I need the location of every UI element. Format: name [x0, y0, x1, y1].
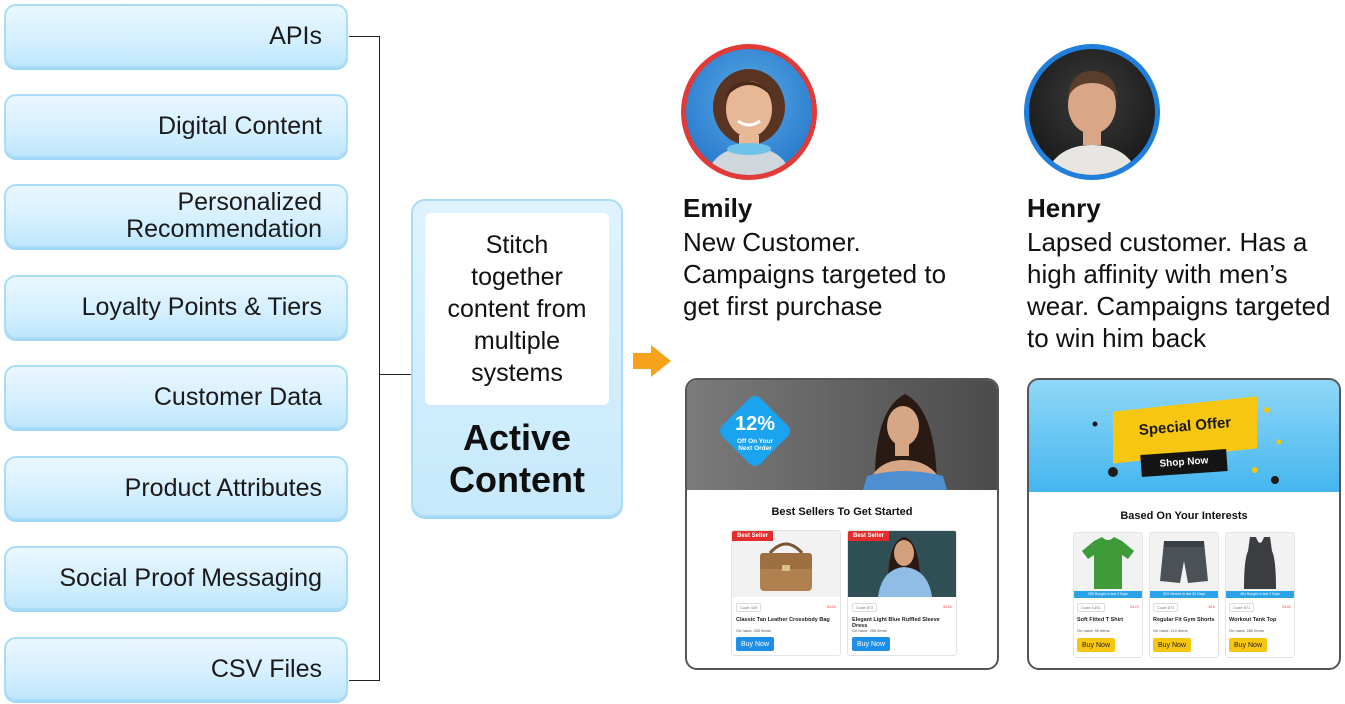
section-title: Based On Your Interests: [1120, 510, 1248, 522]
hub-description-box: Stitch together content from multiple sy…: [425, 213, 609, 405]
shorts-icon: [1160, 541, 1208, 583]
social-proof-strip: 285 Bought in last 3 Days: [1074, 591, 1142, 598]
buy-now-button[interactable]: Buy Now: [1077, 638, 1115, 652]
source-product-attributes: Product Attributes: [4, 456, 348, 520]
avatar-henry: [1024, 44, 1160, 180]
banner: 12% Off On Your Next Order: [687, 380, 997, 490]
source-apis: APIs: [4, 4, 348, 68]
source-personalized-recommendation: Personalized Recommendation: [4, 184, 348, 248]
banner: Special Offer Shop Now: [1029, 380, 1339, 492]
product-image: [1150, 533, 1218, 591]
product-name: Classic Tan Leather Crossbody Bag: [736, 617, 830, 623]
source-label: Digital Content: [158, 111, 322, 140]
man-portrait-icon: [1045, 71, 1139, 175]
product-code: Code 449: [736, 603, 762, 612]
buy-now-button[interactable]: Buy Now: [1153, 638, 1191, 652]
product-price: $165: [827, 604, 836, 609]
arrow-right-icon: [633, 345, 671, 377]
best-seller-badge: Best Seller: [848, 531, 890, 541]
section-title: Best Sellers To Get Started: [771, 506, 913, 518]
buy-now-button[interactable]: Buy Now: [852, 637, 890, 651]
product-card: 484 Bought in last 2 Days Code 971 $180 …: [1225, 532, 1295, 658]
hub-title: Active Content: [449, 417, 585, 500]
connector-line: [380, 374, 411, 375]
hub-description: Stitch together content from multiple sy…: [447, 231, 587, 387]
product-stock: On hand: 280 items: [1229, 628, 1264, 633]
product-price: $150: [943, 604, 952, 609]
best-seller-badge: Best Seller: [732, 531, 774, 541]
connector-bracket: [349, 36, 380, 681]
discount-text: Off On Your Next Order: [736, 438, 774, 452]
source-label: Customer Data: [153, 382, 322, 411]
product-price: $180: [1282, 604, 1291, 609]
buy-now-button[interactable]: Buy Now: [736, 637, 774, 651]
persona-name-emily: Emily: [683, 193, 753, 223]
source-label: APIs: [269, 21, 322, 50]
source-label: Personalized Recommendation: [126, 188, 322, 243]
active-content-hub: Stitch together content from multiple sy…: [411, 199, 623, 517]
avatar-emily: [681, 44, 817, 180]
product-price: $120: [1130, 604, 1139, 609]
social-proof-strip: 324 Viewed in last 30 Days: [1150, 591, 1218, 598]
product-name: Regular Fit Gym Shorts: [1153, 617, 1215, 623]
product-code: Code 872: [852, 603, 878, 612]
product-code: Code 971: [1229, 603, 1255, 612]
source-label: Product Attributes: [124, 473, 322, 502]
tank-top-icon: [1244, 537, 1276, 589]
source-label: CSV Files: [210, 654, 322, 683]
source-digital-content: Digital Content: [4, 94, 348, 158]
tshirt-icon: [1082, 537, 1134, 589]
product-code: Code 872: [1153, 603, 1179, 612]
product-card: Best Seller Code 449 $165 Classic Tan Le…: [731, 530, 841, 656]
product-name: Soft Fitted T Shirt: [1077, 617, 1124, 623]
email-preview-henry: Special Offer Shop Now Based On Your Int…: [1027, 378, 1341, 670]
product-stock: On hand: 200 items: [736, 628, 771, 633]
source-label: Social Proof Messaging: [59, 563, 322, 592]
product-image: [1074, 533, 1142, 591]
product-card: 324 Viewed in last 30 Days Code 872 $15 …: [1149, 532, 1219, 658]
discount-value: 12%: [734, 413, 776, 435]
product-price: $15: [1208, 604, 1215, 609]
persona-description-henry: Lapsed customer. Has a high affinity wit…: [1027, 227, 1331, 353]
woman-portrait-icon: [706, 69, 792, 175]
product-code: Code 1491: [1077, 603, 1105, 612]
source-label: Loyalty Points & Tiers: [81, 292, 322, 321]
product-card: Best Seller Code 872 $150 Elegant Light …: [847, 530, 957, 656]
product-stock: On hand: 250 items: [852, 628, 887, 633]
source-csv-files: CSV Files: [4, 637, 348, 701]
model-photo-icon: [863, 394, 947, 490]
product-stock: On hand: 90 items: [1077, 628, 1110, 633]
buy-now-button[interactable]: Buy Now: [1229, 638, 1267, 652]
social-proof-strip: 484 Bought in last 2 Days: [1226, 591, 1294, 598]
persona-name-henry: Henry: [1027, 193, 1101, 223]
email-preview-emily: 12% Off On Your Next Order Best Sellers …: [685, 378, 999, 670]
product-card: 285 Bought in last 3 Days Code 1491 $120…: [1073, 532, 1143, 658]
product-image: [1226, 533, 1294, 591]
source-social-proof: Social Proof Messaging: [4, 546, 348, 610]
product-name: Workout Tank Top: [1229, 617, 1277, 623]
source-loyalty-points: Loyalty Points & Tiers: [4, 275, 348, 339]
source-customer-data: Customer Data: [4, 365, 348, 429]
product-stock: On hand: 110 items: [1153, 628, 1188, 633]
persona-description-emily: New Customer. Campaigns targeted to get …: [683, 227, 947, 321]
